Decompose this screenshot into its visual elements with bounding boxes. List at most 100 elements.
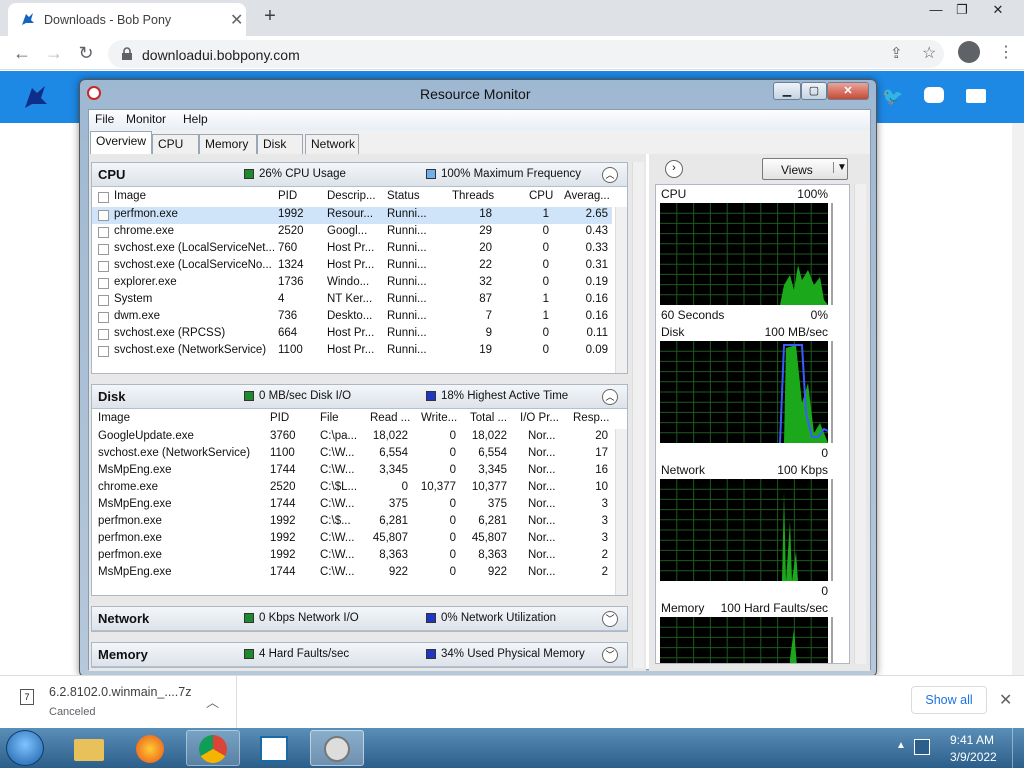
cpu-section-header[interactable]: CPU 26% CPU Usage 100% Maximum Frequency… xyxy=(92,163,627,187)
table-row[interactable]: MsMpEng.exe 1744 C:\W... 375 0 375 Nor... 3 xyxy=(92,497,612,514)
row-checkbox[interactable] xyxy=(98,244,109,255)
col-total[interactable]: Total ... xyxy=(470,412,507,424)
memory-section-header[interactable]: Memory 4 Hard Faults/sec 34% Used Physic… xyxy=(92,643,627,667)
profile-avatar[interactable] xyxy=(958,41,980,63)
row-checkbox[interactable] xyxy=(98,210,109,221)
tab-overview[interactable]: Overview xyxy=(90,131,152,154)
browser-tab[interactable]: Downloads - Bob Pony ✕ xyxy=(8,3,246,36)
expand-chevron-icon[interactable]: ﹀ xyxy=(602,647,618,663)
menu-help[interactable]: Help xyxy=(183,112,208,126)
disk-list-scrollbar[interactable] xyxy=(615,429,627,595)
start-button[interactable] xyxy=(6,730,44,766)
col-pid[interactable]: PID xyxy=(278,190,297,202)
table-row[interactable]: svchost.exe (NetworkService) 1100 Host Pr.… xyxy=(92,343,612,360)
row-checkbox[interactable] xyxy=(98,312,109,323)
col-read[interactable]: Read ... xyxy=(370,412,410,424)
reload-button[interactable]: ↻ xyxy=(74,42,98,64)
tab-cpu[interactable]: CPU xyxy=(152,134,199,154)
table-row[interactable]: perfmon.exe 1992 C:\W... 8,363 0 8,363 Nor... 2 xyxy=(92,548,612,565)
download-menu-chevron-icon[interactable]: ︿ xyxy=(206,692,219,711)
table-row[interactable]: perfmon.exe 1992 Resour... Runni... 18 1 2.65 xyxy=(92,207,612,224)
row-checkbox[interactable] xyxy=(98,261,109,272)
cpu-list-scrollbar[interactable] xyxy=(615,207,627,373)
tab-close-icon[interactable]: ✕ xyxy=(230,10,243,30)
table-row[interactable]: perfmon.exe 1992 C:\$... 6,281 0 6,281 Nor... 3 xyxy=(92,514,612,531)
col-pid[interactable]: PID xyxy=(270,412,289,424)
rm-maximize-button[interactable]: ▢ xyxy=(801,82,827,100)
discord-icon[interactable] xyxy=(924,87,944,103)
table-row[interactable]: MsMpEng.exe 1744 C:\W... 922 0 922 Nor... 2 xyxy=(92,565,612,582)
col-response[interactable]: Resp... xyxy=(573,412,609,424)
share-icon[interactable]: ⇪ xyxy=(890,44,903,62)
col-write[interactable]: Write... xyxy=(421,412,457,424)
page-scrollbar[interactable] xyxy=(1012,123,1024,675)
table-row[interactable]: GoogleUpdate.exe 3760 C:\pa... 18,022 0 18,02… xyxy=(92,429,612,446)
table-row[interactable]: chrome.exe 2520 C:\$L... 0 10,377 10,377 Nor..… xyxy=(92,480,612,497)
row-checkbox[interactable] xyxy=(98,329,109,340)
clock-time[interactable]: 9:41 AM xyxy=(950,733,994,747)
disk-section-header[interactable]: Disk 0 MB/sec Disk I/O 18% Highest Activ… xyxy=(92,385,627,409)
close-shelf-icon[interactable]: ✕ xyxy=(999,690,1012,710)
remote-app-taskbar-icon[interactable] xyxy=(248,730,302,766)
address-bar[interactable]: downloadui.bobpony.com xyxy=(108,40,944,68)
views-dropdown[interactable]: Views ▼ xyxy=(762,158,848,180)
tab-network[interactable]: Network xyxy=(305,134,359,154)
back-button[interactable]: ← xyxy=(10,42,34,64)
email-icon[interactable] xyxy=(966,89,986,103)
collapse-chevron-icon[interactable]: ︿ xyxy=(602,167,618,183)
col-status[interactable]: Status xyxy=(387,190,420,202)
col-average[interactable]: Averag... xyxy=(564,190,610,202)
table-row[interactable]: chrome.exe 2520 Googl... Runni... 29 0 0.43 xyxy=(92,224,612,241)
row-checkbox[interactable] xyxy=(98,278,109,289)
col-image[interactable]: Image xyxy=(114,190,146,202)
table-row[interactable]: svchost.exe (NetworkService) 1100 C:\W... 6… xyxy=(92,446,612,463)
clock-date[interactable]: 3/9/2022 xyxy=(950,750,997,764)
chrome-taskbar-icon[interactable] xyxy=(186,730,240,766)
table-row[interactable]: svchost.exe (LocalServiceNet... 760 Host P… xyxy=(92,241,612,258)
col-image[interactable]: Image xyxy=(98,412,130,424)
new-tab-button[interactable]: + xyxy=(256,5,284,29)
site-logo-icon[interactable] xyxy=(22,83,50,114)
col-io-priority[interactable]: I/O Pr... xyxy=(520,412,559,424)
pane-toggle-chevron-icon[interactable]: › xyxy=(665,160,683,178)
menu-monitor[interactable]: Monitor xyxy=(126,112,166,126)
close-button[interactable]: ✕ xyxy=(982,0,1014,20)
download-filename[interactable]: 6.2.8102.0.winmain_....7z xyxy=(49,685,191,699)
table-row[interactable]: dwm.exe 736 Deskto... Runni... 7 1 0.16 xyxy=(92,309,612,326)
rm-close-button[interactable]: ✕ xyxy=(827,82,869,100)
explorer-taskbar-icon[interactable] xyxy=(62,730,116,766)
table-row[interactable]: System 4 NT Ker... Runni... 87 1 0.16 xyxy=(92,292,612,309)
network-tray-icon[interactable] xyxy=(914,739,930,755)
collapse-chevron-icon[interactable]: ︿ xyxy=(602,389,618,405)
col-threads[interactable]: Threads xyxy=(452,190,494,202)
select-all-checkbox[interactable] xyxy=(98,192,109,203)
twitter-icon[interactable]: 🐦 xyxy=(882,87,903,107)
show-all-button[interactable]: Show all xyxy=(911,686,987,714)
chrome-menu-icon[interactable]: ⋮ xyxy=(998,42,1014,62)
row-checkbox[interactable] xyxy=(98,346,109,357)
tab-disk[interactable]: Disk xyxy=(257,134,303,154)
left-pane-scrollbar[interactable] xyxy=(632,162,644,668)
table-row[interactable]: svchost.exe (LocalServiceNo... 1324 Host P… xyxy=(92,258,612,275)
bookmark-star-icon[interactable]: ☆ xyxy=(922,43,936,63)
graphs-scrollbar[interactable] xyxy=(854,184,866,664)
tray-expand-icon[interactable]: ▲ xyxy=(896,740,906,751)
row-checkbox[interactable] xyxy=(98,295,109,306)
show-desktop-button[interactable] xyxy=(1012,728,1024,768)
restore-button[interactable]: ❐ xyxy=(946,0,978,20)
firefox-taskbar-icon[interactable] xyxy=(124,730,178,766)
rm-minimize-button[interactable]: ▁ xyxy=(773,82,801,100)
col-file[interactable]: File xyxy=(320,412,339,424)
tab-memory[interactable]: Memory xyxy=(199,134,257,154)
col-cpu[interactable]: CPU xyxy=(529,190,553,202)
table-row[interactable]: explorer.exe 1736 Windo... Runni... 32 0 0.19 xyxy=(92,275,612,292)
col-description[interactable]: Descrip... xyxy=(327,190,376,202)
table-row[interactable]: MsMpEng.exe 1744 C:\W... 3,345 0 3,345 Nor... 1… xyxy=(92,463,612,480)
table-row[interactable]: perfmon.exe 1992 C:\W... 45,807 0 45,807 Nor..… xyxy=(92,531,612,548)
expand-chevron-icon[interactable]: ﹀ xyxy=(602,611,618,627)
table-row[interactable]: svchost.exe (RPCSS) 664 Host Pr... Runni...… xyxy=(92,326,612,343)
row-checkbox[interactable] xyxy=(98,227,109,238)
resource-monitor-taskbar-icon[interactable] xyxy=(310,730,364,766)
forward-button[interactable]: → xyxy=(42,42,66,64)
menu-file[interactable]: File xyxy=(95,112,114,126)
